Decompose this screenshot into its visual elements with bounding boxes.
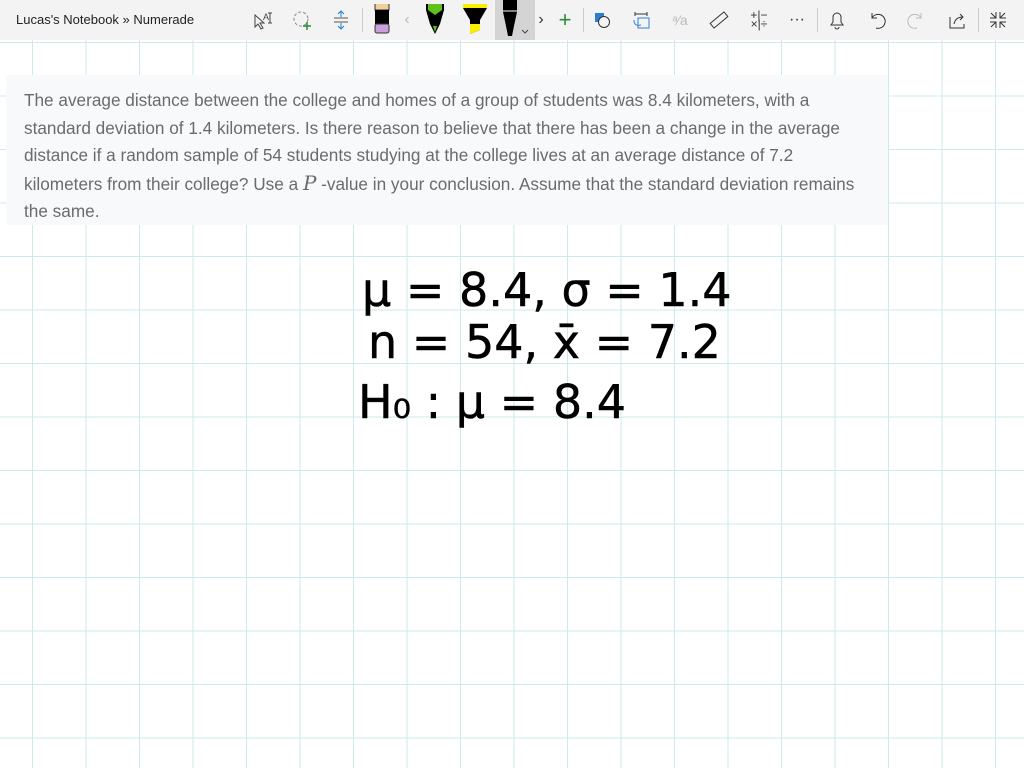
handwriting-line-2: n = 54, x̄ = 7.2 xyxy=(368,315,721,369)
handwritten-work: μ = 8.4, σ = 1.4 n = 54, x̄ = 7.2 H₀ : μ… xyxy=(358,263,732,430)
handwriting-line-1: μ = 8.4, σ = 1.4 xyxy=(362,263,732,317)
handwriting-line-3: H₀ : μ = 8.4 xyxy=(358,375,626,429)
